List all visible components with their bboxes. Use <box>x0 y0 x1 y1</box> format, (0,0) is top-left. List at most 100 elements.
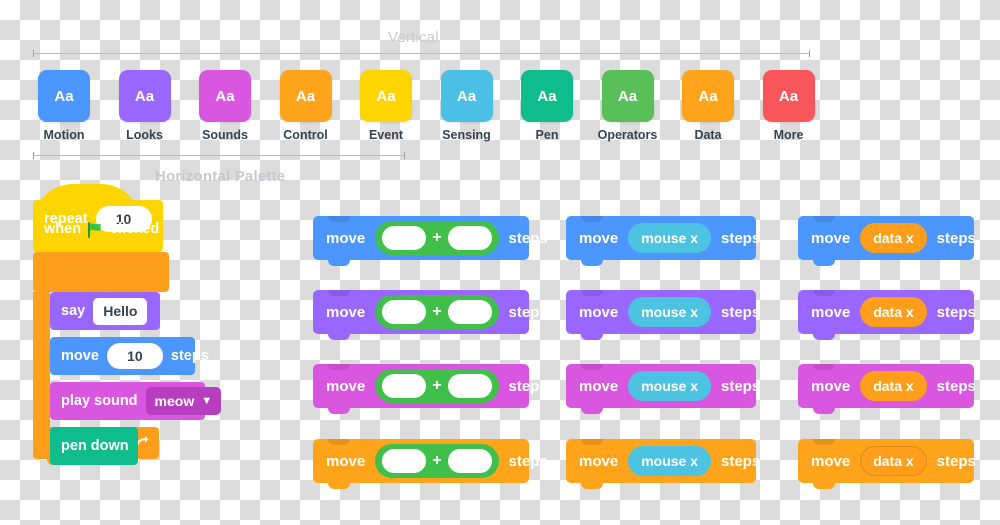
block-notch <box>813 290 835 296</box>
move-data-x-reporter-block[interactable]: move data x steps <box>798 290 976 340</box>
block-notch <box>581 439 603 445</box>
say-text-input[interactable]: Hello <box>93 297 148 325</box>
block-prefix-label: move <box>326 229 366 247</box>
block-notch <box>328 216 350 222</box>
operand-right-input[interactable] <box>447 449 492 473</box>
vertical-annotation-label: Vertical <box>388 29 439 46</box>
block-prefix-label: move <box>579 452 619 470</box>
move-mouse-x-reporter-block[interactable]: move mouse x steps <box>566 216 760 266</box>
mouse-x-reporter[interactable]: mouse x <box>628 371 711 401</box>
repeat-block[interactable] <box>33 252 169 292</box>
operand-right-input[interactable] <box>447 374 492 398</box>
data-x-reporter[interactable]: data x <box>860 223 927 253</box>
block-prefix-label: move <box>811 303 851 321</box>
palette-category-label: Operators <box>597 128 658 142</box>
palette-category-motion[interactable]: Aa Motion <box>33 70 95 142</box>
move-addition-operator-block[interactable]: move + steps <box>313 290 548 340</box>
pen-down-block[interactable]: pen down <box>50 427 138 465</box>
block-nub <box>328 483 350 489</box>
move-addition-operator-block[interactable]: move + steps <box>313 216 548 266</box>
palette-swatch-pen[interactable]: Aa <box>521 70 573 122</box>
addition-operator[interactable]: + <box>375 295 499 329</box>
block-suffix-label: steps <box>508 377 548 395</box>
chevron-down-icon: ▼ <box>201 394 213 407</box>
operand-right-input[interactable] <box>447 226 492 250</box>
addition-operator[interactable]: + <box>375 369 499 403</box>
horizontal-palette-annotation-label: Horizontal Palette <box>155 168 286 185</box>
move-addition-operator-block[interactable]: move + steps <box>313 364 548 414</box>
sound-dropdown-value: meow <box>154 393 195 409</box>
palette-category-label: Looks <box>126 128 163 142</box>
move-mouse-x-reporter-block[interactable]: move mouse x steps <box>566 439 760 489</box>
palette-swatch-motion[interactable]: Aa <box>38 70 90 122</box>
palette-category-label: More <box>773 128 804 142</box>
palette-swatch-sounds[interactable]: Aa <box>199 70 251 122</box>
palette-swatch-data[interactable]: Aa <box>682 70 734 122</box>
move-data-x-reporter-block[interactable]: move data x steps <box>798 216 976 266</box>
block-prefix-label: move <box>579 229 619 247</box>
measure-guide-top <box>33 50 810 57</box>
block-notch <box>581 364 603 370</box>
hat-when-label: when <box>44 221 82 237</box>
block-nub <box>581 483 603 489</box>
block-prefix-label: move <box>326 452 366 470</box>
data-x-reporter[interactable]: data x <box>860 297 927 327</box>
palette-swatch-control[interactable]: Aa <box>279 70 332 122</box>
repeat-block-arm <box>33 292 50 427</box>
mouse-x-reporter[interactable]: mouse x <box>628 223 711 253</box>
mouse-x-reporter[interactable]: mouse x <box>628 297 711 327</box>
palette-swatch-event[interactable]: Aa <box>360 70 412 122</box>
operand-left-input[interactable] <box>382 374 427 398</box>
addition-operator[interactable]: + <box>375 221 499 255</box>
operand-left-input[interactable] <box>382 226 427 250</box>
palette-swatch-sensing[interactable]: Aa <box>440 70 493 122</box>
play-sound-label: play sound <box>61 393 138 409</box>
move-data-x-reporter-block[interactable]: move data x steps <box>798 439 976 489</box>
move-mouse-x-reporter-block[interactable]: move mouse x steps <box>566 364 760 414</box>
palette-category-event[interactable]: Aa Event <box>355 70 417 142</box>
mouse-x-reporter[interactable]: mouse x <box>628 446 711 476</box>
say-block[interactable]: say Hello <box>50 292 160 330</box>
block-prefix-label: move <box>579 303 619 321</box>
hat-block-content: when clicked <box>33 214 159 244</box>
palette-category-data[interactable]: Aa Data <box>677 70 739 142</box>
palette-category-operators[interactable]: Aa Operators <box>597 70 659 142</box>
palette-swatch-more[interactable]: Aa <box>762 70 815 122</box>
palette-swatch-looks[interactable]: Aa <box>118 70 171 122</box>
block-nub <box>813 408 835 414</box>
operand-left-input[interactable] <box>382 300 427 324</box>
palette-category-pen[interactable]: Aa Pen <box>516 70 578 142</box>
palette-category-control[interactable]: Aa Control <box>275 70 337 142</box>
palette-category-label: Pen <box>535 128 559 142</box>
operator-sign: + <box>432 377 442 394</box>
move-mouse-x-reporter-block[interactable]: move mouse x steps <box>566 290 760 340</box>
palette-category-sounds[interactable]: Aa Sounds <box>194 70 256 142</box>
operand-left-input[interactable] <box>382 449 427 473</box>
block-notch <box>328 364 350 370</box>
data-x-reporter[interactable]: data x <box>860 446 927 476</box>
block-prefix-label: move <box>811 229 851 247</box>
block-nub <box>581 408 603 414</box>
palette-category-label: Event <box>368 128 404 142</box>
palette-swatch-operators[interactable]: Aa <box>601 70 654 122</box>
palette-category-looks[interactable]: Aa Looks <box>114 70 176 142</box>
hat-clicked-label: clicked <box>110 221 160 237</box>
move-data-x-reporter-block[interactable]: move data x steps <box>798 364 976 414</box>
move-steps-suffix-label: steps <box>170 348 209 364</box>
palette-category-label: Control <box>283 128 328 142</box>
move-steps-block[interactable]: move 10 steps <box>50 337 209 375</box>
palette-category-more[interactable]: Aa More <box>758 70 820 142</box>
block-suffix-label: steps <box>721 377 761 395</box>
addition-operator[interactable]: + <box>375 444 499 478</box>
operand-right-input[interactable] <box>447 300 492 324</box>
block-suffix-label: steps <box>936 452 976 470</box>
block-suffix-label: steps <box>508 452 548 470</box>
palette-category-sensing[interactable]: Aa Sensing <box>436 70 498 142</box>
move-steps-input[interactable]: 10 <box>106 343 163 369</box>
data-x-reporter[interactable]: data x <box>860 371 927 401</box>
sound-dropdown[interactable]: meow ▼ <box>145 387 222 415</box>
block-prefix-label: move <box>811 452 851 470</box>
play-sound-block[interactable]: play sound meow ▼ <box>50 382 222 420</box>
block-nub <box>813 483 835 489</box>
move-addition-operator-block[interactable]: move + steps <box>313 439 548 489</box>
